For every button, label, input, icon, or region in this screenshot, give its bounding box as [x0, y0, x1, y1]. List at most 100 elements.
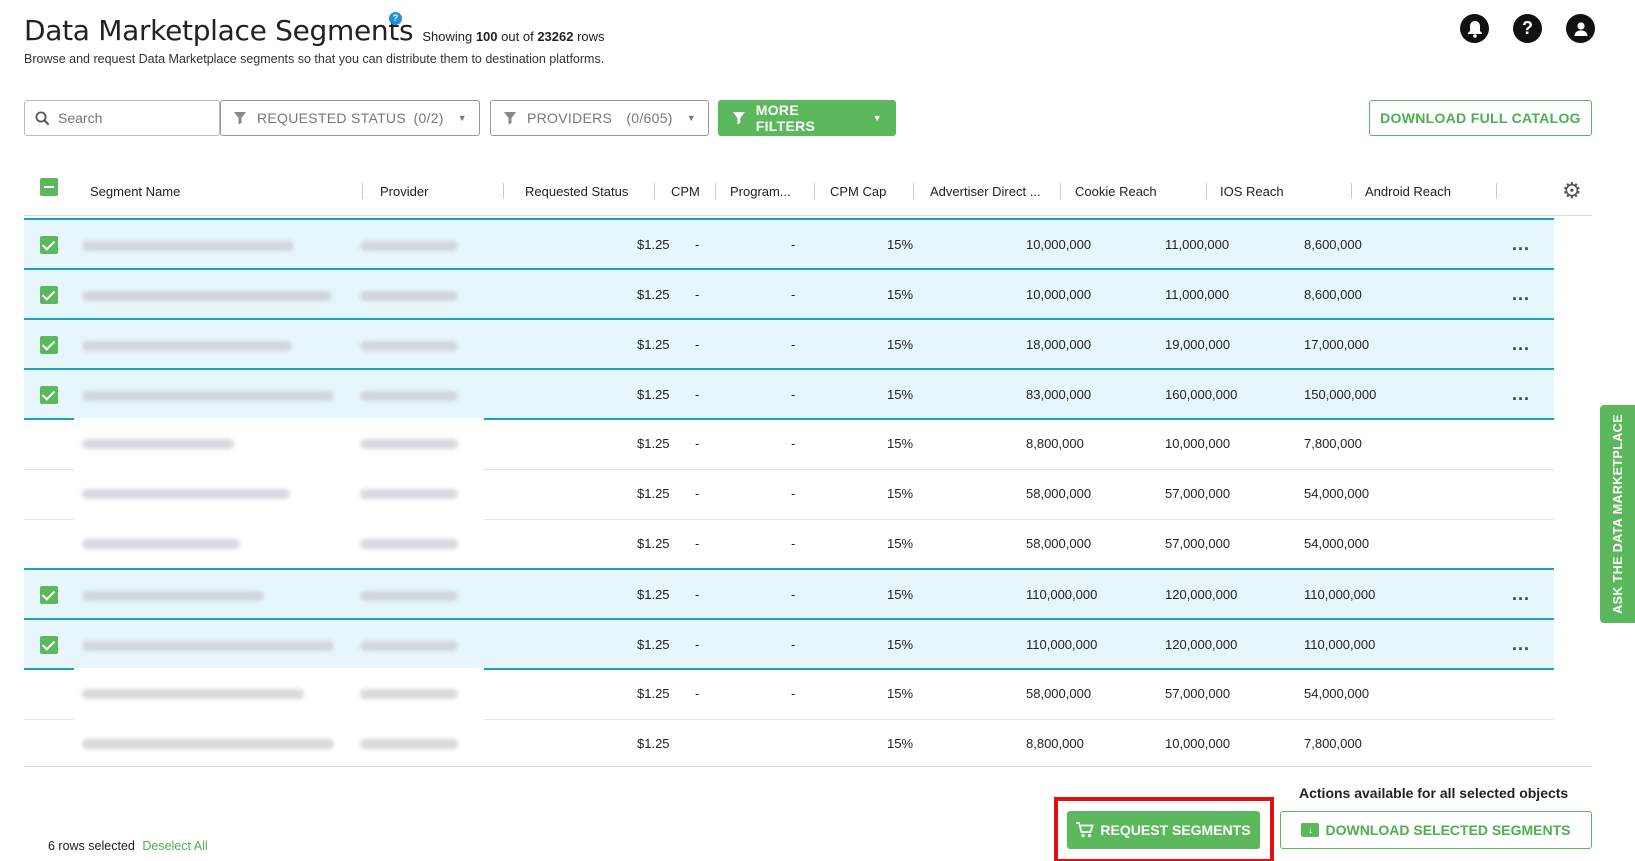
row-menu-icon[interactable]: ...	[1512, 570, 1530, 618]
ios-reach-cell: 160,000,000	[1165, 386, 1238, 402]
table-row[interactable]: $1.25 - - 15% 83,000,000 160,000,000 150,000,0…	[24, 368, 1554, 420]
column-header-requested-status[interactable]: Requested Status	[525, 166, 628, 216]
row-menu-icon[interactable]: ...	[1512, 320, 1530, 368]
cpm-cell: $1.25	[637, 536, 670, 551]
filter-icon	[234, 112, 246, 125]
cpm-cell: $1.25	[637, 436, 670, 451]
ios-reach-cell: 10,000,000	[1165, 436, 1231, 451]
column-header-android-reach[interactable]: Android Reach	[1365, 166, 1451, 216]
caret-down-icon: ▼	[457, 113, 467, 123]
column-header-advertiser-direct[interactable]: Advertiser Direct ...	[930, 166, 1041, 216]
program-cell: -	[695, 436, 700, 451]
ios-reach-cell: 57,000,000	[1165, 686, 1231, 701]
download-icon: ↓	[1301, 823, 1320, 837]
cookie-reach-cell: 10,000,000	[1026, 236, 1092, 252]
advertiser-direct-cell: 15%	[887, 586, 914, 602]
row-checkbox[interactable]	[40, 286, 58, 304]
title-row: Data Marketplace Segments Showing 100 ou…	[24, 14, 605, 48]
cpm-cell: $1.25	[637, 636, 670, 652]
table-row[interactable]: $1.25 - - 15% 18,000,000 19,000,000 17,000,000…	[24, 318, 1554, 370]
providers-count: (0/605)	[626, 110, 673, 126]
search-input[interactable]	[58, 110, 208, 126]
cpm-cap-cell: -	[791, 636, 796, 652]
segment-name-redacted	[82, 591, 264, 601]
advertiser-direct-cell: 15%	[887, 386, 914, 402]
column-header-program[interactable]: Program...	[730, 166, 791, 216]
gear-icon[interactable]: ⚙	[1562, 178, 1582, 204]
table-row[interactable]: $1.25 - - 15% 58,000,000 57,000,000 54,000,000	[24, 518, 1554, 570]
ios-reach-cell: 11,000,000	[1165, 236, 1230, 252]
table-row[interactable]: $1.25 - - 15% 58,000,000 57,000,000 54,000,000	[24, 668, 1554, 720]
column-header-ios-reach[interactable]: IOS Reach	[1220, 166, 1284, 216]
advertiser-direct-cell: 15%	[887, 486, 914, 501]
cpm-cell: $1.25	[637, 686, 670, 701]
more-filters-button[interactable]: MORE FILTERS ▼	[718, 100, 896, 136]
help-icon[interactable]: ?	[1513, 14, 1542, 43]
row-checkbox[interactable]	[40, 586, 58, 604]
table-row[interactable]: $1.25 - - 15% 10,000,000 11,000,000 8,600,000.…	[24, 268, 1554, 320]
row-menu-icon[interactable]: ...	[1512, 220, 1530, 268]
column-header-cpm-cap[interactable]: CPM Cap	[830, 166, 886, 216]
row-menu-icon[interactable]: ...	[1512, 620, 1530, 668]
program-cell: -	[695, 386, 700, 402]
caret-down-icon: ▼	[872, 113, 882, 123]
row-checkbox[interactable]	[40, 636, 58, 654]
selection-action-bar: 6 rows selected Deselect All Actions ava…	[24, 766, 1592, 861]
question-icon[interactable]: ?	[389, 12, 402, 25]
requested-status-filter[interactable]: REQUESTED STATUS (0/2) ▼	[220, 100, 480, 136]
android-reach-cell: 17,000,000	[1304, 336, 1370, 352]
cpm-cap-cell: -	[791, 386, 796, 402]
cookie-reach-cell: 110,000,000	[1026, 586, 1098, 602]
cookie-reach-cell: 58,000,000	[1026, 536, 1092, 551]
android-reach-cell: 54,000,000	[1304, 486, 1370, 501]
column-header-cpm[interactable]: CPM	[671, 166, 700, 216]
advertiser-direct-cell: 15%	[887, 336, 914, 352]
filter-toolbar: REQUESTED STATUS (0/2) ▼ PROVIDERS (0/60…	[24, 100, 1592, 136]
column-header-cookie-reach[interactable]: Cookie Reach	[1075, 166, 1157, 216]
table-row[interactable]: $1.25 - - 15% 110,000,000 120,000,000 110,000,…	[24, 618, 1554, 670]
filter-icon	[504, 112, 516, 125]
download-full-catalog-button[interactable]: DOWNLOAD FULL CATALOG	[1369, 100, 1592, 136]
cpm-cap-cell: -	[791, 586, 796, 602]
program-cell: -	[695, 686, 700, 701]
filter-icon	[732, 112, 745, 125]
providers-filter[interactable]: PROVIDERS (0/605) ▼	[490, 100, 709, 136]
table-row[interactable]: $1.25 - - 15% 58,000,000 57,000,000 54,000,000	[24, 468, 1554, 520]
provider-redacted	[360, 539, 458, 549]
row-checkbox[interactable]	[40, 336, 58, 354]
table-row[interactable]: $1.25 - - 15% 110,000,000 120,000,000 110,000,…	[24, 568, 1554, 620]
bell-icon[interactable]	[1460, 14, 1489, 43]
deselect-all-link[interactable]: Deselect All	[142, 839, 207, 853]
segment-name-redacted	[82, 539, 240, 549]
ios-reach-cell: 10,000,000	[1165, 736, 1231, 751]
row-checkbox[interactable]	[40, 236, 58, 254]
cpm-cap-cell: -	[791, 436, 796, 451]
segments-table: Segment Name Provider Requested Status C…	[24, 166, 1592, 766]
segment-name-redacted	[82, 391, 334, 401]
cpm-cell: $1.25	[637, 236, 670, 252]
table-row[interactable]: $1.25 15% 8,800,000 10,000,000 7,800,000	[24, 718, 1554, 766]
user-icon[interactable]	[1566, 14, 1595, 43]
select-all-checkbox[interactable]	[40, 178, 58, 196]
program-cell: -	[695, 336, 700, 352]
row-count-summary: Showing 100 out of 23262 rows	[422, 29, 605, 44]
page-subtitle: Browse and request Data Marketplace segm…	[24, 52, 605, 66]
row-checkbox[interactable]	[40, 386, 58, 404]
advertiser-direct-cell: 15%	[887, 736, 914, 751]
column-header-provider[interactable]: Provider	[380, 166, 428, 216]
row-menu-icon[interactable]: ...	[1512, 270, 1530, 318]
actions-label: Actions available for all selected objec…	[1299, 785, 1569, 801]
table-row[interactable]: $1.25 - - 15% 10,000,000 11,000,000 8,600,000.…	[24, 218, 1554, 270]
cart-icon	[1076, 822, 1095, 838]
request-segments-button[interactable]: REQUEST SEGMENTS	[1067, 811, 1260, 849]
cookie-reach-cell: 18,000,000	[1026, 336, 1092, 352]
download-selected-segments-button[interactable]: ↓ DOWNLOAD SELECTED SEGMENTS	[1280, 811, 1592, 849]
column-header-segment-name[interactable]: Segment Name	[90, 166, 180, 216]
segment-name-redacted	[82, 689, 304, 699]
ask-marketplace-tab[interactable]: ASK THE DATA MARKETPLACE	[1600, 405, 1635, 623]
cookie-reach-cell: 58,000,000	[1026, 486, 1092, 501]
table-row[interactable]: $1.25 - - 15% 8,800,000 10,000,000 7,800,000	[24, 418, 1554, 470]
cpm-cap-cell: -	[791, 486, 796, 501]
program-cell: -	[695, 536, 700, 551]
row-menu-icon[interactable]: ...	[1512, 370, 1530, 418]
